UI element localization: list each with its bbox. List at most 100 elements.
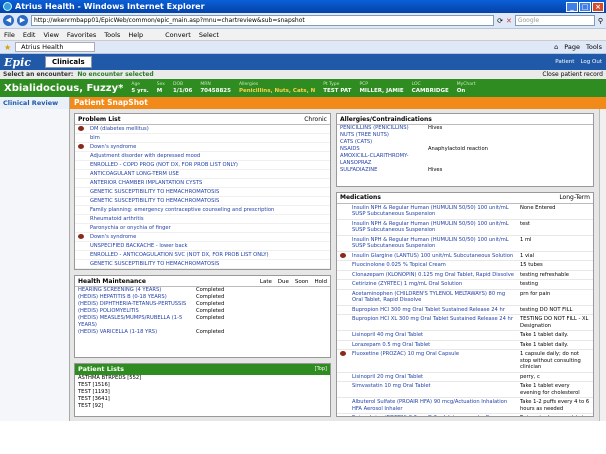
forward-icon[interactable]: ▶ [17,15,28,26]
problem-name[interactable]: GENETIC SUSCEPTIBILITY TO HEMACHROMATOSI… [90,260,219,268]
problem-name[interactable]: blm [90,134,100,142]
close-window-button[interactable]: × [592,1,604,12]
problem-name[interactable]: Down's syndrome [90,233,136,241]
maximize-button[interactable]: □ [579,1,591,12]
tools-menu[interactable]: Tools [586,43,602,51]
hm-name[interactable]: (HEDIS) DIPHTHERIA-TETANUS-PERTUSSIS [78,301,196,308]
page-menu[interactable]: Page [564,43,580,51]
medication-name[interactable]: Albuterol Sulfate (PROAIR HFA) 90 mcg/Ac… [352,399,517,412]
medication-name[interactable]: Fluocinolone 0.025 % Topical Cream [352,262,517,269]
patient-lists-title[interactable]: Patient Lists [78,364,124,375]
late-toggle[interactable]: Late [260,279,272,285]
soon-toggle[interactable]: Soon [295,279,309,285]
close-patient-record-button[interactable]: Close patient record [542,71,603,78]
home-icon[interactable]: ⌂ [554,43,558,51]
allergy-name[interactable]: NSAIDS [340,146,428,153]
hm-name[interactable]: HEARING SCREENING (4 YEARS) [78,287,196,294]
hm-name[interactable]: (HEDIS) POLIOMYELITIS [78,308,196,315]
allergies-value[interactable]: Penicillins, Nuts, Cats, N [239,88,315,94]
allergy-name[interactable]: NUTS (TREE NUTS) [340,132,428,139]
allergy-name[interactable]: CATS (CATS) [340,139,428,146]
health-maintenance-title[interactable]: Health Maintenance [78,278,146,285]
medication-name[interactable]: Clonazepam (KLONOPIN) 0.125 mg Oral Tabl… [352,272,517,279]
problem-name[interactable]: UNSPECIFIED BACKACHE - lower back [90,242,188,250]
medication-name[interactable]: Lisinopril 40 mg Oral Tablet [352,332,517,339]
patient-list-item[interactable]: TEST [92] [75,403,330,410]
top-link[interactable]: [Top] [315,364,330,375]
sex-value: M [156,88,163,94]
url-field[interactable]: http://wkenrmbapp01/EpicWeb/common/epic_… [31,15,495,26]
hm-status: Completed [196,308,225,315]
medication-name[interactable]: Insulin NPH & Regular Human (HUMULIN 50/… [352,237,517,250]
medication-name[interactable]: Epinephrine (EPIPEN) 0.3 mg/0.3 mL Intra… [352,415,517,416]
problem-name[interactable]: ANTERIOR CHAMBER IMPLANTATION CYSTS [90,179,202,187]
stop-icon[interactable]: ✕ [506,17,512,25]
medication-name[interactable]: Fluoxetine (PROZAC) 10 mg Oral Capsule [352,351,517,371]
favorites-star-icon[interactable]: ★ [4,43,11,52]
hm-row: (HEDIS) VARICELLA (1-18 YRS) Completed [75,329,330,336]
menu-tools[interactable]: Tools [104,31,120,39]
problem-name[interactable]: ENROLLED - ANTICOAGULATION SVC (NOT DX, … [90,251,269,259]
problem-name[interactable]: ENROLLED - COPD PROG (NOT DX, FOR PROB L… [90,161,238,169]
patient-list-item[interactable]: TEST [1516] [75,382,330,389]
patient-button[interactable]: Patient [555,59,574,65]
medication-name[interactable]: Insulin NPH & Regular Human (HUMULIN 50/… [352,221,517,234]
problem-name[interactable]: Adjustment disorder with depressed mood [90,152,200,160]
refresh-icon[interactable]: ⟳ [497,17,503,25]
medication-name[interactable]: Simvastatin 10 mg Oral Tablet [352,383,517,396]
menu-favorites[interactable]: Favorites [67,31,96,39]
problem-name[interactable]: Family planning: emergency contraceptive… [90,206,274,214]
menu-help[interactable]: Help [128,31,143,39]
allergy-name[interactable]: AMOXICILL-CLARITHROMY-LANSOPRAZ [340,153,428,167]
minimize-button[interactable]: _ [566,1,578,12]
medication-row: Fluocinolone 0.025 % Topical Cream 15 tub… [337,261,593,271]
due-toggle[interactable]: Due [278,279,289,285]
bug-icon [340,351,346,357]
medication-name[interactable]: Insulin Glargine (LANTUS) 100 unit/mL Su… [352,253,517,260]
problem-name[interactable]: GENETIC SUSCEPTIBILITY TO HEMACHROMATOSI… [90,188,219,196]
allergy-name[interactable]: PENICILLINS (PENICILLINS) [340,125,428,132]
problem-name[interactable]: Paronychia or onychia of finger [90,224,171,232]
menu-file[interactable]: File [4,31,15,39]
medication-name[interactable]: Bupropion HCl 300 mg Oral Tablet Sustain… [352,307,517,314]
patient-list-item[interactable]: TEST [3641] [75,396,330,403]
tab-atrius-health[interactable]: Atrius Health [15,42,96,52]
patient-list-item[interactable]: ASTHMA BTRPEDS [552] [75,375,330,382]
medications-title[interactable]: Medications [340,194,381,201]
tab-bar: ★ Atrius Health ⌂ Page Tools [0,41,606,54]
problem-name[interactable]: GENETIC SUSCEPTIBILITY TO HEMACHROMATOSI… [90,197,219,205]
medication-name[interactable]: Acetaminophen (CHILDREN'S TYLENOL MELTAW… [352,291,517,304]
clinicals-tab[interactable]: Clinicals [44,56,92,68]
menu-view[interactable]: View [43,31,58,39]
encounter-select-label[interactable]: Select an encounter: [3,71,73,78]
search-icon[interactable]: ⚲ [598,17,603,25]
search-input[interactable]: Google [514,15,595,26]
select-button[interactable]: Select [199,31,219,39]
menu-edit[interactable]: Edit [23,31,36,39]
medication-spacer [340,332,352,339]
medication-name[interactable]: Cetirizine (ZYRTEC) 1 mg/mL Oral Solutio… [352,281,517,288]
hm-name[interactable]: (HEDIS) VARICELLA (1-18 YRS) [78,329,196,336]
convert-button[interactable]: Convert [165,31,191,39]
medication-name[interactable]: Lorazepam 0.5 mg Oral Tablet [352,342,517,349]
patient-list-item[interactable]: TEST [1193] [75,389,330,396]
clinical-review-nav[interactable]: Clinical Review [0,97,70,109]
allergies-title[interactable]: Allergies/Contraindications [340,116,432,123]
allergy-name[interactable]: SULFADIAZINE [340,167,428,174]
medication-name[interactable]: Bupropion HCl XL 300 mg Oral Tablet Sust… [352,316,517,329]
problem-name[interactable]: DM (diabetes mellitus) [90,125,149,133]
hm-name[interactable]: (HEDIS) MEASLES/MUMPS/RUBELLA (1-5 YEARS… [78,315,196,329]
problem-list-title[interactable]: Problem List [78,116,121,123]
back-icon[interactable]: ◀ [3,15,14,26]
long-term-filter[interactable]: Long-Term [559,194,590,201]
medication-name[interactable]: Lisinopril 20 mg Oral Tablet [352,374,517,381]
hm-name[interactable]: (HEDIS) HEPATITIS B (0-18 YEARS) [78,294,196,301]
problem-name[interactable]: Down's syndrome [90,143,136,151]
problem-name[interactable]: ANTICOAGULANT LONG-TERM USE [90,170,179,178]
logout-button[interactable]: Log Out [580,59,602,65]
chronic-filter[interactable]: Chronic [304,116,327,123]
problem-name[interactable]: Rheumatoid arthritis [90,215,144,223]
hold-toggle[interactable]: Hold [314,279,327,285]
medication-name[interactable]: Insulin NPH & Regular Human (HUMULIN 50/… [352,205,517,218]
vertical-scrollbar[interactable] [599,109,606,421]
